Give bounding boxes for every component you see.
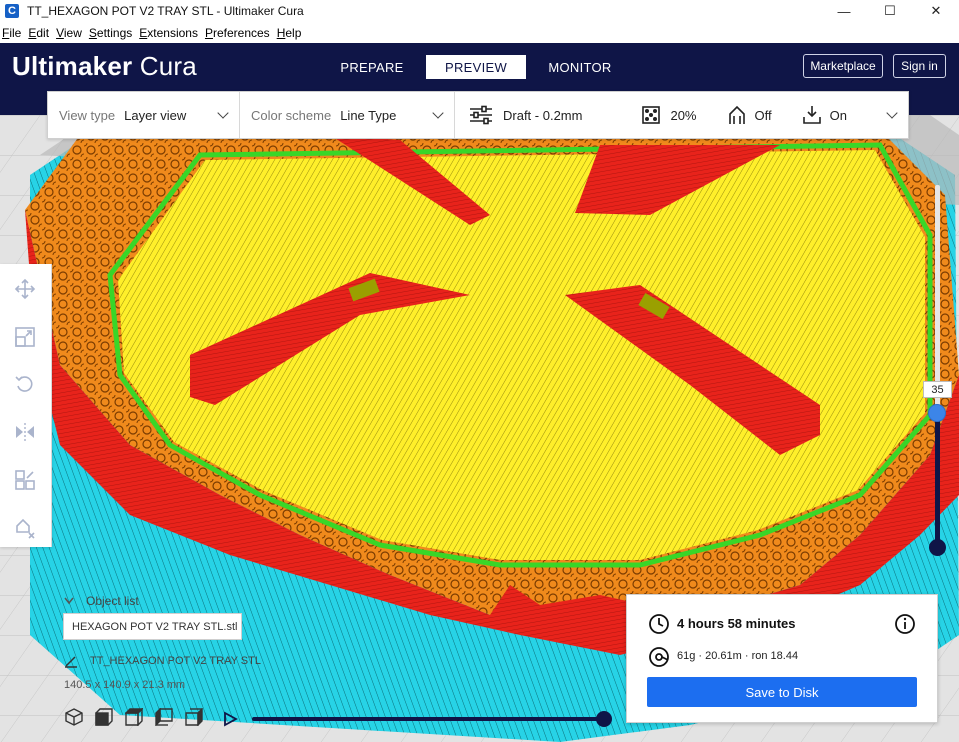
cube-front-icon — [95, 708, 113, 726]
cura-app-icon: C — [5, 4, 19, 18]
filament-spool-icon — [649, 647, 669, 667]
object-list-item[interactable]: HEXAGON POT V2 TRAY STL.stl — [63, 613, 242, 640]
layer-slider-bottom-handle[interactable] — [929, 539, 946, 556]
info-icon[interactable] — [894, 613, 916, 635]
maximize-button[interactable]: ☐ — [867, 0, 913, 22]
pencil-icon[interactable] — [64, 654, 78, 668]
print-profile-selector[interactable]: Draft - 0.2mm 20% Off On — [455, 92, 908, 138]
sign-in-button[interactable]: Sign in — [893, 54, 946, 78]
menu-settings[interactable]: Settings — [89, 26, 132, 40]
cube-right-icon — [185, 708, 203, 726]
window-controls: — ☐ ✕ — [821, 0, 959, 22]
stage-tabs: PREPARE PREVIEW MONITOR — [322, 55, 632, 79]
per-model-settings-button[interactable] — [13, 468, 37, 492]
menu-file[interactable]: File — [2, 26, 21, 40]
menu-extensions[interactable]: Extensions — [139, 26, 198, 40]
menu-help[interactable]: Help — [277, 26, 302, 40]
infill-value: 20% — [670, 107, 697, 123]
mirror-tool-button[interactable] — [13, 420, 37, 444]
layer-slider-track[interactable] — [935, 413, 940, 550]
sliders-icon — [469, 105, 493, 125]
object-list-label: Object list — [86, 594, 139, 608]
material-usage: 61g · 20.61m · ron 18.44 — [677, 650, 799, 662]
menu-edit[interactable]: Edit — [28, 26, 49, 40]
object-dimensions: 140.5 x 140.9 x 21.3 mm — [64, 679, 186, 691]
view-left-button[interactable] — [154, 707, 174, 727]
print-settings-bar: View type Layer view Color scheme Line T… — [47, 91, 909, 139]
support-icon — [727, 105, 747, 125]
adhesion-value: On — [829, 107, 847, 123]
support-value: Off — [754, 107, 772, 123]
print-time: 4 hours 58 minutes — [677, 616, 796, 631]
object-name: TT_HEXAGON POT V2 TRAY STL — [64, 654, 261, 668]
adhesion-icon — [802, 105, 822, 125]
view-type-selector[interactable]: View type Layer view — [48, 92, 240, 138]
move-tool-button[interactable] — [13, 277, 37, 301]
view-type-label: View type — [59, 107, 116, 123]
ultimaker-cura-logo: Ultimaker Cura — [12, 51, 197, 81]
chevron-down-icon — [217, 107, 229, 119]
clock-icon — [649, 614, 669, 634]
support-blocker-button[interactable] — [13, 516, 37, 540]
view-front-button[interactable] — [94, 707, 114, 727]
play-icon[interactable] — [222, 711, 238, 727]
camera-view-buttons — [64, 707, 214, 727]
chevron-down-icon — [432, 107, 444, 119]
layer-progress-handle[interactable] — [596, 711, 612, 727]
per-model-settings-icon — [15, 470, 35, 490]
close-button[interactable]: ✕ — [913, 0, 959, 22]
object-name-text: TT_HEXAGON POT V2 TRAY STL — [90, 655, 261, 667]
support-blocker-icon — [16, 518, 35, 539]
layer-progress-track[interactable] — [252, 717, 605, 721]
title-bar: C TT_HEXAGON POT V2 TRAY STL - Ultimaker… — [0, 0, 959, 22]
infill-icon — [642, 106, 661, 124]
mirror-icon — [16, 423, 34, 441]
marketplace-button[interactable]: Marketplace — [803, 54, 883, 78]
print-info-panel: 4 hours 58 minutes 61g · 20.61m · ron 18… — [626, 594, 938, 723]
save-to-disk-button[interactable]: Save to Disk — [647, 677, 917, 707]
color-scheme-value: Line Type — [340, 107, 397, 123]
layer-slider-top-handle[interactable] — [928, 404, 946, 422]
color-scheme-selector[interactable]: Color scheme Line Type — [240, 92, 455, 138]
scale-tool-button[interactable] — [13, 325, 37, 349]
window-title: TT_HEXAGON POT V2 TRAY STL - Ultimaker C… — [27, 4, 304, 18]
profile-name: Draft - 0.2mm — [503, 107, 583, 123]
view-type-value: Layer view — [124, 107, 187, 123]
tab-monitor[interactable]: MONITOR — [530, 55, 630, 79]
tab-prepare[interactable]: PREPARE — [322, 55, 422, 79]
view-top-button[interactable] — [124, 707, 144, 727]
cube-3d-icon — [65, 708, 83, 726]
cube-left-icon — [155, 708, 173, 726]
tab-preview[interactable]: PREVIEW — [426, 55, 526, 79]
rotate-tool-button[interactable] — [13, 372, 37, 396]
menu-preferences[interactable]: Preferences — [205, 26, 270, 40]
chevron-down-icon — [886, 107, 898, 119]
layer-number-input[interactable]: 35 — [923, 381, 952, 398]
menu-view[interactable]: View — [56, 26, 82, 40]
color-scheme-label: Color scheme — [251, 107, 332, 123]
rotate-icon — [15, 376, 33, 392]
object-list-toggle[interactable]: Object list — [64, 594, 139, 608]
view-3d-button[interactable] — [64, 707, 84, 727]
tool-sidebar — [0, 264, 52, 547]
scale-icon — [15, 327, 35, 347]
minimize-button[interactable]: — — [821, 0, 867, 22]
view-right-button[interactable] — [184, 707, 204, 727]
menu-bar: File Edit View Settings Extensions Prefe… — [0, 22, 959, 43]
chevron-down-icon — [64, 597, 74, 605]
move-icon — [14, 278, 36, 300]
cube-top-icon — [125, 708, 143, 726]
